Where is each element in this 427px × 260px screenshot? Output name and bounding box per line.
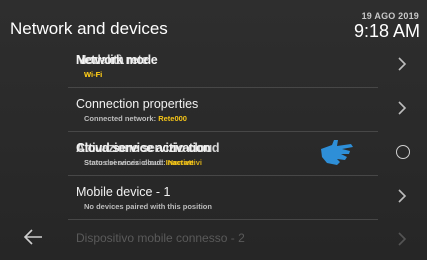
item-sub-value-it: Non attivi bbox=[167, 158, 202, 167]
chevron-right-icon[interactable] bbox=[395, 186, 409, 206]
hand-pointer-icon bbox=[318, 137, 358, 167]
settings-list: Network mode Modalità rete Wi-Fi Wi-Fi C… bbox=[68, 44, 378, 220]
back-arrow-icon[interactable] bbox=[22, 228, 44, 246]
list-item-connection-properties[interactable]: Connection properties Connected network:… bbox=[68, 88, 378, 132]
divider bbox=[68, 219, 378, 220]
item-sub-value: Rete000 bbox=[158, 114, 187, 123]
list-item-network-mode[interactable]: Network mode Modalità rete Wi-Fi Wi-Fi bbox=[68, 44, 378, 88]
list-item-mobile-device-1[interactable]: Mobile device - 1 No devices paired with… bbox=[68, 176, 378, 220]
item-sub-prefix-it: Stato dei servizi cloud: bbox=[84, 158, 166, 167]
item-sub: Connected network: Rete000 bbox=[84, 114, 187, 123]
item-sub-it: Stato dei servizi cloud: Non attivi bbox=[84, 158, 202, 167]
item-label-it: Attivazione servizio cloud bbox=[76, 141, 220, 155]
date-label: 19 AGO 2019 bbox=[361, 11, 419, 21]
item-sub-it: Wi-Fi bbox=[84, 70, 103, 79]
header: Network and devices 19 AGO 2019 9:18 AM bbox=[0, 0, 427, 44]
item-label: Connection properties bbox=[76, 97, 199, 111]
item-sub-prefix: Connected network: bbox=[84, 114, 157, 123]
item-label-it: Modalità rete bbox=[76, 53, 148, 67]
chevron-right-icon bbox=[395, 229, 409, 249]
list-item-mobile-device-2-label: Dispositivo mobile connesso - 2 bbox=[76, 231, 245, 245]
chevron-right-icon[interactable] bbox=[395, 98, 409, 118]
radio-empty-icon[interactable] bbox=[396, 145, 410, 159]
item-sub: No devices paired with this position bbox=[84, 202, 212, 211]
screen: Network and devices 19 AGO 2019 9:18 AM … bbox=[0, 0, 427, 260]
chevron-right-icon[interactable] bbox=[395, 54, 409, 74]
page-title: Network and devices bbox=[10, 19, 168, 38]
item-label: Mobile device - 1 bbox=[76, 185, 171, 199]
time-label: 9:18 AM bbox=[353, 21, 420, 41]
